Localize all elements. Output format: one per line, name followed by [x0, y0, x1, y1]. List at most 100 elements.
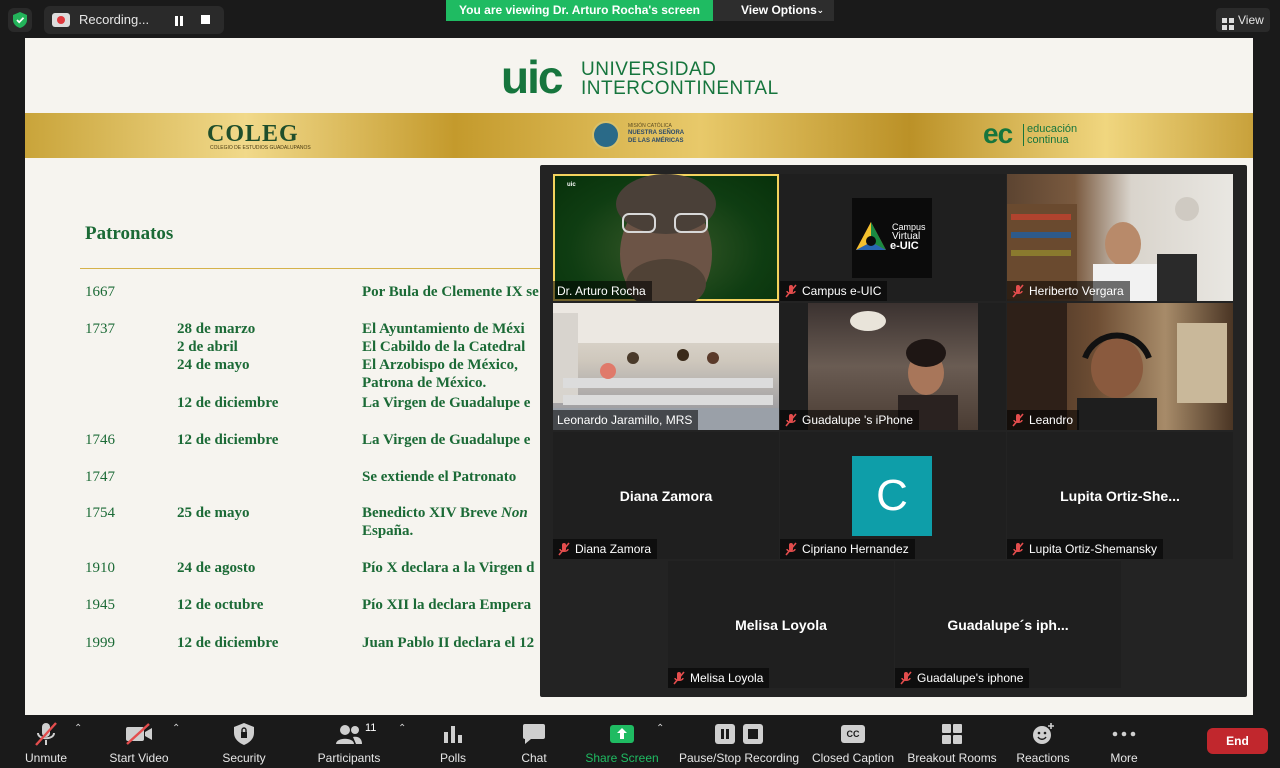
chat-button[interactable]: Chat: [514, 715, 554, 768]
video-tile-arturo-rocha[interactable]: uic Dr. Arturo Rocha: [553, 174, 779, 301]
video-tile-diana-zamora[interactable]: Diana Zamora Diana Zamora: [553, 432, 779, 559]
row-year: 1910: [85, 560, 115, 576]
mision-catolica-logo: MISIÓN CATÓLICA NUESTRA SEÑORA DE LAS AM…: [588, 118, 698, 152]
participant-name: Campus e-UIC: [802, 284, 882, 298]
recording-indicator: Recording...: [44, 6, 224, 34]
mic-muted-icon: [33, 719, 59, 749]
mic-muted-icon: [899, 671, 913, 685]
participant-name: Diana Zamora: [575, 542, 652, 556]
participants-label: Participants: [317, 751, 381, 765]
pause-recording-icon[interactable]: [174, 14, 184, 32]
participant-name-tag: Heriberto Vergara: [1007, 281, 1130, 301]
closed-caption-icon: CC: [841, 719, 865, 749]
row-year: 1999: [85, 635, 115, 651]
row-year: 1737: [85, 321, 115, 337]
more-label: More: [1110, 751, 1138, 765]
ec-logo-mark: ec: [983, 118, 1013, 149]
audio-options-caret-icon[interactable]: ⌃: [74, 723, 82, 734]
video-tile-cipriano-hernandez[interactable]: C Cipriano Hernandez: [780, 432, 1006, 559]
video-tile-leonardo-jaramillo[interactable]: Leonardo Jaramillo, MRS: [553, 303, 779, 430]
cc-badge: CC: [841, 725, 865, 743]
closed-caption-button[interactable]: CC Closed Caption: [812, 715, 894, 768]
video-tile-guadalupe-iphone-2[interactable]: Guadalupe´s iph... Guadalupe's iphone: [895, 561, 1121, 688]
campus-euic-logo: Campus Virtual e-UIC: [852, 198, 932, 278]
svg-text:uic: uic: [567, 182, 576, 188]
reactions-label: Reactions: [1016, 751, 1070, 765]
video-tile-campus-euic[interactable]: Campus Virtual e-UIC Campus e-UIC: [780, 174, 1006, 301]
polls-button[interactable]: Polls: [433, 715, 473, 768]
viewing-screen-banner: You are viewing Dr. Arturo Rocha's scree…: [446, 0, 713, 21]
more-button[interactable]: More: [1104, 715, 1144, 768]
encryption-shield-icon[interactable]: [8, 8, 32, 32]
participant-name-tag: Lupita Ortiz-Shemansky: [1007, 539, 1164, 559]
polls-label: Polls: [439, 751, 466, 765]
uic-logo-mark: uic: [501, 51, 563, 103]
pause-stop-icon: [715, 719, 763, 749]
coleg-logo: COLEG: [207, 121, 299, 147]
participant-name-tag: Guadalupe's iphone: [895, 668, 1030, 688]
participant-gallery: uic Dr. Arturo Rocha Campus Virtual e-UI…: [540, 165, 1247, 697]
view-button[interactable]: View: [1216, 8, 1270, 32]
shield-icon: [233, 719, 255, 749]
breakout-rooms-label: Breakout Rooms: [907, 751, 997, 765]
ec-logo-text: educación continua: [1023, 124, 1077, 146]
row-text-italic: Non: [501, 505, 528, 521]
participant-name: Leonardo Jaramillo, MRS: [557, 413, 693, 427]
video-tile-leandro[interactable]: Leandro: [1007, 303, 1233, 430]
participant-name: Guadalupe's iphone: [917, 671, 1024, 685]
mic-muted-icon: [784, 284, 798, 298]
participant-name: Dr. Arturo Rocha: [557, 284, 646, 298]
view-label: View: [1238, 13, 1264, 27]
participant-name-tag: Leandro: [1007, 410, 1080, 430]
participant-name-tag: Leonardo Jaramillo, MRS: [553, 410, 699, 430]
row-date: 12 de diciembre: [177, 432, 279, 448]
chat-icon: [522, 719, 546, 749]
row-date: 28 de marzo: [177, 321, 256, 337]
view-options-label: View Options: [741, 3, 817, 17]
recording-label: Recording...: [79, 12, 150, 27]
participants-caret-icon[interactable]: ⌃: [398, 723, 406, 734]
recording-icon: [52, 13, 70, 32]
unmute-label: Unmute: [24, 751, 68, 765]
start-video-button[interactable]: Start Video: [106, 715, 172, 768]
unmute-button[interactable]: Unmute: [20, 715, 72, 768]
mic-muted-icon: [784, 413, 798, 427]
participant-name-tag: Dr. Arturo Rocha: [553, 281, 652, 301]
video-tile-guadalupe-iphone[interactable]: Guadalupe 's iPhone: [780, 303, 1006, 430]
breakout-rooms-button[interactable]: Breakout Rooms: [907, 715, 997, 768]
row-text-main: Benedicto XIV Breve: [362, 505, 502, 521]
avatar: C: [852, 456, 932, 536]
coleg-subtitle: COLEGIO DE ESTUDIOS GUADALUPANOS: [210, 145, 311, 151]
video-off-icon: [125, 719, 153, 749]
row-text: La Virgen de Guadalupe e: [362, 432, 531, 448]
pause-stop-recording-button[interactable]: Pause/Stop Recording: [679, 715, 799, 768]
video-options-caret-icon[interactable]: ⌃: [172, 723, 180, 734]
row-date: 25 de mayo: [177, 505, 250, 521]
mic-muted-icon: [557, 542, 571, 556]
security-button[interactable]: Security: [218, 715, 270, 768]
video-tile-melisa-loyola[interactable]: Melisa Loyola Melisa Loyola: [668, 561, 894, 688]
reactions-button[interactable]: Reactions: [1015, 715, 1071, 768]
view-options-button[interactable]: View Options ⌄: [713, 0, 834, 21]
participants-icon: [335, 719, 363, 749]
participant-name-tag: Guadalupe 's iPhone: [780, 410, 920, 430]
reactions-icon: [1031, 719, 1055, 749]
row-date: 24 de agosto: [177, 560, 256, 576]
grid-view-icon: [1222, 14, 1234, 38]
video-tile-heriberto-vergara[interactable]: Heriberto Vergara: [1007, 174, 1233, 301]
share-options-caret-icon[interactable]: ⌃: [656, 723, 664, 734]
mic-muted-icon: [1011, 284, 1025, 298]
more-dots-icon: [1112, 719, 1136, 749]
participant-name-tag: Cipriano Hernandez: [780, 539, 915, 559]
ec-line2: continua: [1027, 134, 1069, 146]
mic-muted-icon: [1011, 542, 1025, 556]
meeting-toolbar: Unmute ⌃ Start Video ⌃ Security Particip…: [0, 715, 1280, 768]
end-meeting-button[interactable]: End: [1207, 728, 1268, 754]
zoom-meeting-window: Recording... You are viewing Dr. Arturo …: [0, 0, 1280, 768]
share-screen-button[interactable]: Share Screen: [585, 715, 659, 768]
video-tile-lupita-ortiz[interactable]: Lupita Ortiz-She... Lupita Ortiz-Shemans…: [1007, 432, 1233, 559]
stop-recording-icon[interactable]: [201, 15, 210, 24]
mision-line2: NUESTRA SEÑORA: [628, 130, 685, 136]
share-screen-icon: [610, 719, 634, 749]
slide-title: Patronatos: [85, 223, 174, 244]
